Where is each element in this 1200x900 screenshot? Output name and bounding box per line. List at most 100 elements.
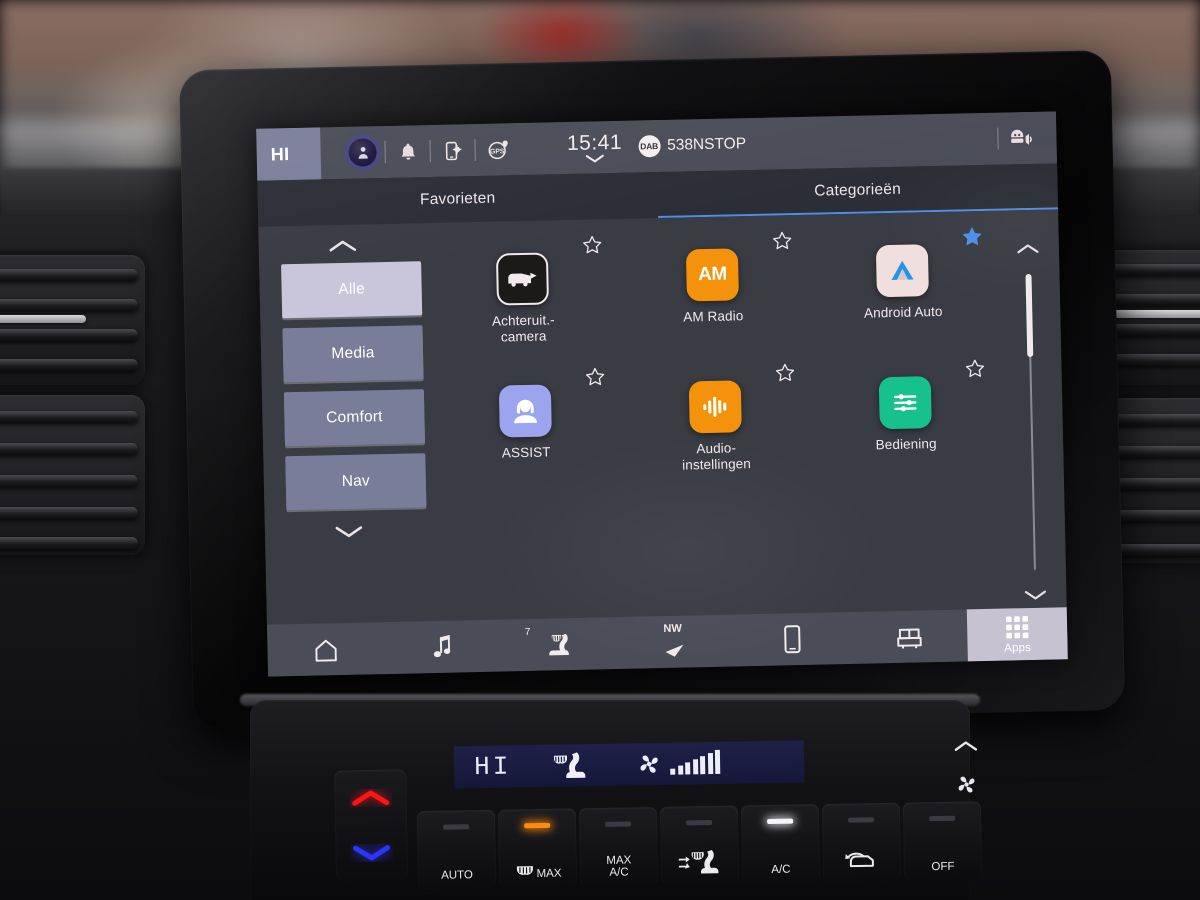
air-vent-left-upper xyxy=(0,255,145,385)
status-hi-indicator: HI xyxy=(256,127,322,181)
app-label: Achteruit.- camera xyxy=(491,312,555,345)
app-label: Bediening xyxy=(875,436,937,453)
front-defrost-icon xyxy=(678,850,719,874)
temperature-down-arrow-icon[interactable] xyxy=(350,843,392,862)
gps-icon[interactable]: GPS xyxy=(475,123,520,176)
climate-display: HI xyxy=(453,740,805,789)
nav-vehicle-button[interactable] xyxy=(850,609,968,664)
audio-waveform-icon xyxy=(688,380,742,434)
app-tile-am-radio[interactable]: AM AM Radio xyxy=(616,225,809,361)
svg-text:GPS: GPS xyxy=(489,148,504,155)
station-name: 538NSTOP xyxy=(666,135,747,154)
favorite-star-icon[interactable] xyxy=(582,234,603,255)
climate-temp-display: HI xyxy=(473,751,512,783)
recirculation-icon xyxy=(845,852,874,868)
settings-sliders-icon xyxy=(878,376,932,430)
app-grid-row: ASSIST Audio- instellingen Bediening xyxy=(429,353,1002,497)
phone-settings-icon[interactable] xyxy=(430,124,475,177)
nav-phone-button[interactable] xyxy=(734,612,852,667)
air-vent-left-lower xyxy=(0,395,145,555)
temperature-up-arrow-icon[interactable] xyxy=(349,788,391,807)
rear-defrost-icon xyxy=(516,866,533,875)
app-grid-row: Achteruit.- camera AM AM Radio Android A… xyxy=(426,221,999,365)
favorite-star-icon[interactable] xyxy=(964,358,985,379)
scrollbar-thumb[interactable] xyxy=(1025,273,1034,357)
am-radio-icon: AM xyxy=(685,248,739,302)
category-rail: Alle Media Comfort Nav xyxy=(258,223,435,625)
scroll-down-button[interactable] xyxy=(1023,582,1048,609)
climate-max-defrost-button[interactable]: MAX xyxy=(497,808,578,888)
app-label: AM Radio xyxy=(683,308,744,325)
seat-heating-icon xyxy=(549,633,569,656)
grid-scrollbar[interactable] xyxy=(996,209,1067,608)
category-list: Alle Media Comfort Nav xyxy=(259,259,432,511)
climate-control-panel: HI AUTO MAX MAX A/C A/C OFF xyxy=(334,730,983,900)
clock-dropdown[interactable]: 15:41 xyxy=(567,130,623,163)
nav-home-button[interactable] xyxy=(267,622,385,677)
category-item-alle[interactable]: Alle xyxy=(281,261,423,319)
rear-camera-icon xyxy=(495,252,550,306)
android-auto-icon xyxy=(875,244,929,298)
favorite-star-icon-filled[interactable] xyxy=(961,226,982,247)
chevron-up-icon xyxy=(329,240,357,252)
bell-icon[interactable] xyxy=(385,125,430,178)
app-grid: Achteruit.- camera AM AM Radio Android A… xyxy=(426,211,1005,621)
defrost-seat-indicator-icon xyxy=(554,752,586,779)
nav-media-button[interactable] xyxy=(384,620,502,675)
app-tile-audio-instellingen[interactable]: Audio-instellingen xyxy=(619,357,812,493)
fan-speed-up-button[interactable] xyxy=(953,740,979,753)
fan-icon xyxy=(958,776,975,793)
chevron-down-icon xyxy=(335,526,363,538)
chevron-down-icon xyxy=(585,154,604,163)
temperature-rocker[interactable] xyxy=(334,769,409,881)
climate-off-button[interactable]: OFF xyxy=(902,801,983,881)
music-note-icon xyxy=(433,634,451,658)
fan-speed-indicator xyxy=(637,749,721,776)
category-item-media[interactable]: Media xyxy=(282,325,424,383)
app-tile-android-auto[interactable]: Android Auto xyxy=(806,221,999,357)
nav-apps-button[interactable]: Apps xyxy=(966,607,1068,662)
nav-apps-label: Apps xyxy=(1004,642,1032,655)
compass-arrow-icon xyxy=(665,644,684,657)
climate-auto-button[interactable]: AUTO xyxy=(416,809,497,890)
dab-badge: DAB xyxy=(637,134,661,158)
climate-temperature-label: 7 xyxy=(524,626,531,639)
app-label: ASSIST xyxy=(501,444,551,461)
assist-headset-icon xyxy=(498,384,552,438)
scrollbar-track[interactable] xyxy=(1025,273,1037,570)
climate-button-label: A/C xyxy=(771,863,791,876)
app-tile-achteruitcamera[interactable]: Achteruit.- camera xyxy=(426,229,619,365)
climate-button-label: OFF xyxy=(931,860,955,874)
scroll-up-button[interactable] xyxy=(1016,236,1041,263)
category-item-nav[interactable]: Nav xyxy=(285,453,427,511)
profile-icon[interactable] xyxy=(340,126,385,179)
climate-front-defrost-button[interactable] xyxy=(659,805,740,885)
fan-icon xyxy=(640,755,658,773)
category-item-comfort[interactable]: Comfort xyxy=(283,389,426,447)
app-tile-assist[interactable]: ASSIST xyxy=(429,361,622,497)
category-scroll-up-button[interactable] xyxy=(258,229,427,263)
nav-climate-button[interactable]: 7 xyxy=(500,617,618,672)
radio-station-indicator[interactable]: DAB 538NSTOP xyxy=(637,133,747,158)
app-label: Android Auto xyxy=(863,303,943,321)
voice-assistant-icon[interactable] xyxy=(998,112,1043,165)
climate-ac-button[interactable]: A/C xyxy=(740,804,821,884)
favorite-star-icon[interactable] xyxy=(584,366,605,387)
infotainment-screen[interactable]: HI GPS 15:41 DAB 538NSTOP Favorieten Cat… xyxy=(256,111,1068,677)
nav-navigation-button[interactable]: NW xyxy=(617,614,735,669)
category-scroll-down-button[interactable] xyxy=(265,515,434,549)
status-icon-group: GPS xyxy=(340,123,520,179)
chevron-up-icon xyxy=(954,741,978,752)
apps-content-area: Alle Media Comfort Nav Achteruit.- camer… xyxy=(258,209,1067,625)
favorite-star-icon[interactable] xyxy=(774,362,795,383)
compass-heading-label: NW xyxy=(663,622,682,636)
climate-button-label: AUTO xyxy=(441,869,474,882)
vehicle-icon xyxy=(896,628,922,649)
apps-grid-icon xyxy=(1005,616,1029,639)
chevron-up-icon xyxy=(1017,244,1039,254)
chevron-down-icon xyxy=(1024,590,1047,600)
favorite-star-icon[interactable] xyxy=(771,230,792,251)
climate-recirculation-button[interactable] xyxy=(821,802,902,883)
app-tile-bediening[interactable]: Bediening xyxy=(809,353,1002,489)
climate-max-ac-button[interactable]: MAX A/C xyxy=(578,806,659,887)
